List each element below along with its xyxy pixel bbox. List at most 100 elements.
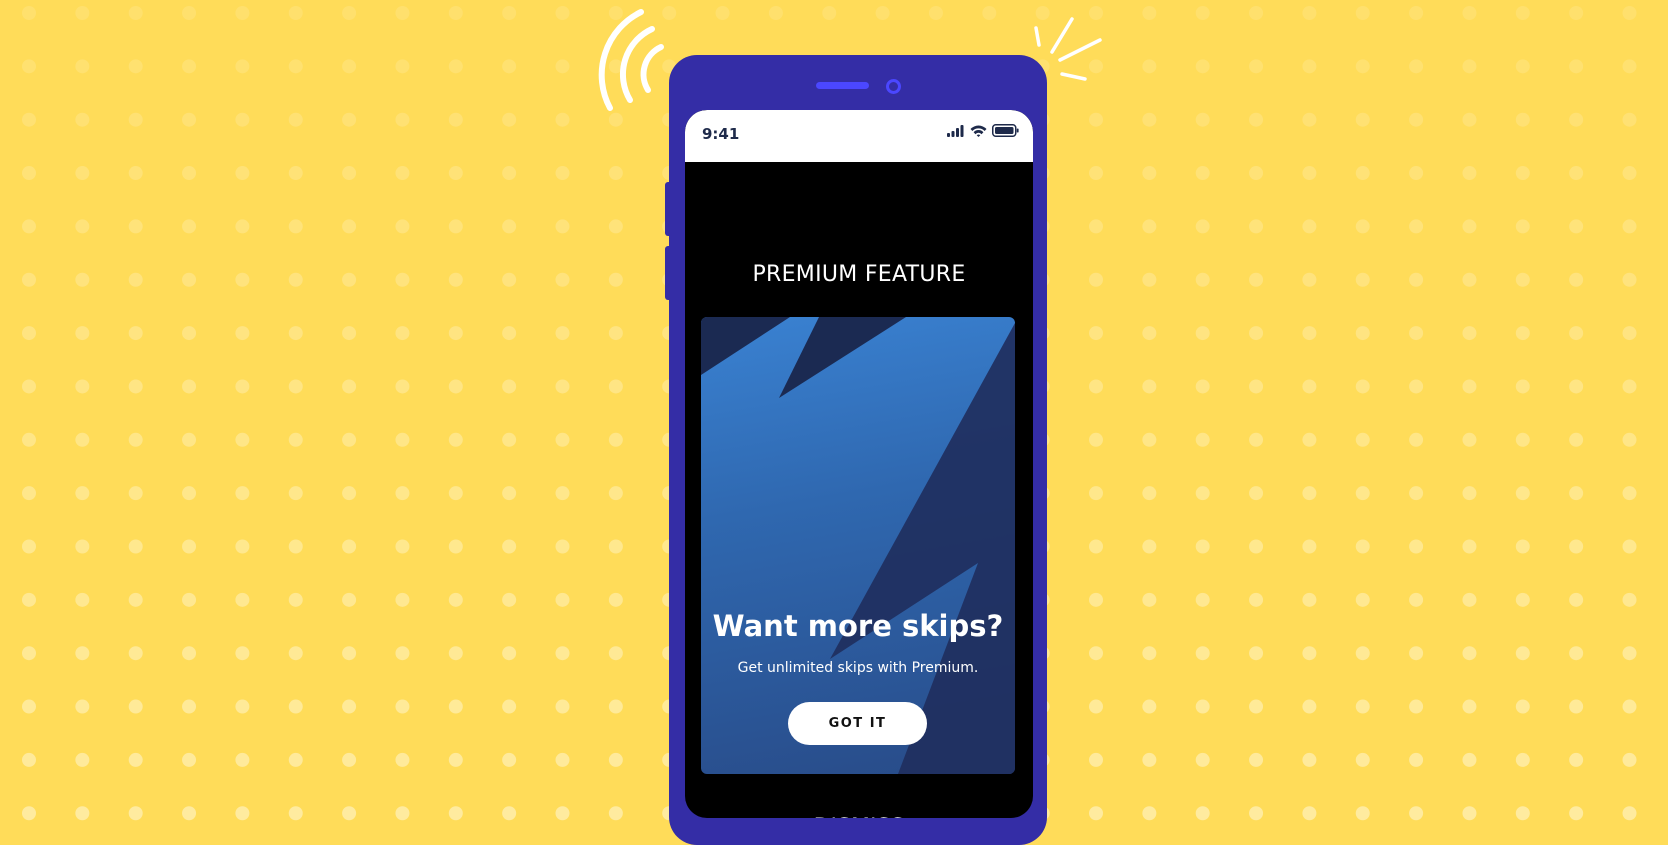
signal-icon <box>947 124 964 137</box>
background-dot <box>1302 592 1317 607</box>
background-dot <box>1515 486 1530 501</box>
background-dot <box>1195 592 1210 607</box>
background-dot <box>1569 592 1584 607</box>
background-dot <box>1355 166 1370 181</box>
background-dot <box>1355 592 1370 607</box>
background-dot <box>22 592 36 607</box>
background-dot <box>342 646 357 661</box>
background-dot <box>395 592 410 607</box>
background-dot <box>1569 432 1584 447</box>
status-bar: 9:41 <box>685 110 1033 162</box>
background-dot <box>608 806 623 821</box>
background-dot <box>1515 539 1530 554</box>
background-dot <box>395 539 410 554</box>
background-dot <box>1089 646 1103 661</box>
background-dot <box>235 219 250 234</box>
background-dot <box>1622 646 1637 661</box>
background-dot <box>1622 592 1637 607</box>
background-dot <box>1142 432 1157 447</box>
background-dot <box>1462 219 1477 234</box>
background-dot <box>128 432 143 447</box>
background-dot <box>288 699 303 714</box>
background-dot <box>1089 539 1103 554</box>
background-dot <box>1569 752 1584 767</box>
background-dot <box>288 272 303 287</box>
background-dot <box>1569 326 1584 341</box>
background-dot <box>342 539 357 554</box>
background-dot <box>75 539 90 554</box>
battery-icon <box>992 124 1019 137</box>
background-dot <box>1622 486 1637 501</box>
background-dot <box>395 166 410 181</box>
background-dot <box>288 379 303 394</box>
background-dot <box>75 272 90 287</box>
background-dot <box>342 432 357 447</box>
background-dot <box>1462 486 1477 501</box>
background-dot <box>1302 539 1317 554</box>
background-dot <box>1355 486 1370 501</box>
background-dot <box>288 592 303 607</box>
background-dot <box>1089 752 1103 767</box>
background-dot <box>1195 539 1210 554</box>
background-dot <box>1249 326 1264 341</box>
background-dot <box>235 272 250 287</box>
background-dot <box>22 486 36 501</box>
background-dot <box>555 432 570 447</box>
background-dot <box>1089 699 1103 714</box>
background-dot <box>342 486 357 501</box>
background-dot <box>1462 166 1477 181</box>
background-dot <box>128 699 143 714</box>
card-subtitle: Get unlimited skips with Premium. <box>737 660 979 676</box>
background-dot <box>1622 432 1637 447</box>
background-dot <box>395 432 410 447</box>
background-dot <box>1462 752 1477 767</box>
dismiss-button[interactable]: DISMISS <box>685 815 1033 818</box>
background-dot <box>1142 272 1157 287</box>
got-it-button[interactable]: GOT IT <box>788 702 927 745</box>
background-dot <box>1089 806 1103 821</box>
background-dot <box>1142 486 1157 501</box>
background-dot <box>22 432 36 447</box>
background-dot <box>1409 272 1424 287</box>
background-dot <box>1462 806 1477 821</box>
background-dot <box>1302 219 1317 234</box>
background-dot <box>1355 432 1370 447</box>
background-dot <box>448 432 463 447</box>
background-dot <box>1515 646 1530 661</box>
background-dot <box>1409 592 1424 607</box>
background-dot <box>448 272 463 287</box>
background-dot <box>1622 166 1637 181</box>
background-dot <box>1249 592 1264 607</box>
background-dot <box>395 752 410 767</box>
background-dot <box>448 379 463 394</box>
background-dot <box>448 166 463 181</box>
background-dot <box>502 539 517 554</box>
background-dot <box>342 379 357 394</box>
background-dot <box>1355 699 1370 714</box>
background-dot <box>288 752 303 767</box>
background-dot <box>342 166 357 181</box>
background-dot <box>1409 432 1424 447</box>
background-dot <box>1142 646 1157 661</box>
background-dot <box>235 752 250 767</box>
background-dot <box>342 592 357 607</box>
background-dot <box>1302 326 1317 341</box>
background-dot <box>1195 486 1210 501</box>
background-dot <box>75 326 90 341</box>
background-dot <box>502 326 517 341</box>
background-dot <box>1622 326 1637 341</box>
background-dot <box>1249 806 1264 821</box>
background-dot <box>1195 806 1210 821</box>
background-dot <box>1462 539 1477 554</box>
background-dot <box>22 806 36 821</box>
background-dot <box>1355 272 1370 287</box>
background-dot <box>1249 752 1264 767</box>
phone-camera <box>886 79 901 94</box>
background-dot <box>235 486 250 501</box>
background-dot <box>502 219 517 234</box>
background-dot <box>1569 166 1584 181</box>
background-dot <box>75 646 90 661</box>
background-dot <box>182 432 197 447</box>
background-dot <box>395 326 410 341</box>
background-dot <box>1515 326 1530 341</box>
